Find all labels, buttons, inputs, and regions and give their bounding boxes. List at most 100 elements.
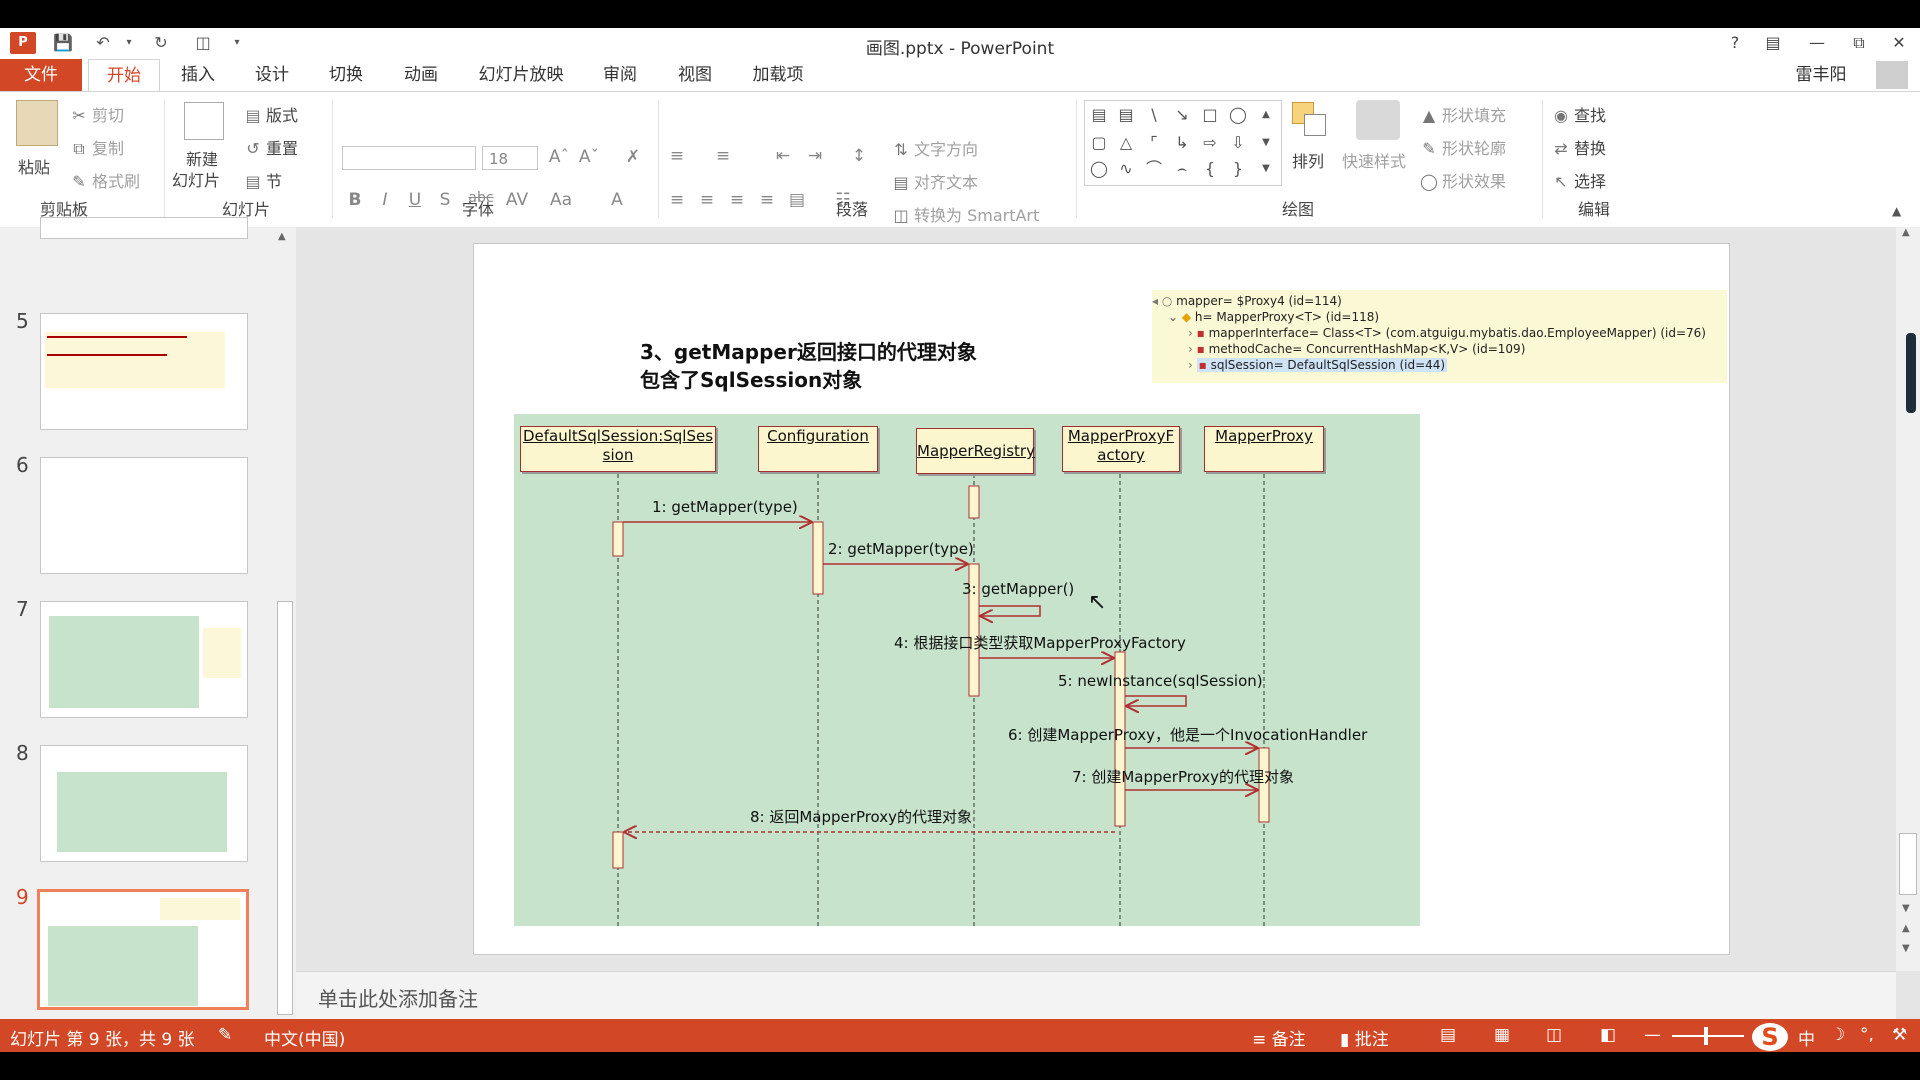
tab-review[interactable]: 审阅	[592, 59, 648, 91]
tab-home[interactable]: 开始	[88, 59, 160, 92]
next-slide-icon[interactable]: ▼	[1902, 943, 1910, 954]
quick-styles-button[interactable]: 快速样式	[1342, 148, 1406, 172]
align-right-icon[interactable]: ≡	[726, 190, 748, 210]
find-button[interactable]: ◉ 查找	[1552, 102, 1606, 126]
notes-pane[interactable]: 单击此处添加备注	[296, 971, 1896, 1020]
slide-thumbnail-7[interactable]	[40, 601, 248, 718]
slide-thumbnail-9[interactable]	[37, 889, 249, 1010]
tab-design[interactable]: 设计	[244, 59, 300, 91]
tab-transitions[interactable]: 切换	[318, 59, 374, 91]
text-direction-button[interactable]: ⇅ 文字方向	[892, 136, 978, 160]
elbow-connector-shape-icon[interactable]: ⌜	[1142, 132, 1166, 154]
scroll-thumb[interactable]	[1899, 833, 1917, 895]
tab-file[interactable]: 文件	[0, 59, 82, 91]
left-brace-shape-icon[interactable]: {	[1198, 158, 1222, 180]
cut-button[interactable]: ✂ 剪切	[70, 102, 124, 126]
numbering-icon[interactable]: ≡	[712, 146, 734, 166]
justify-icon[interactable]: ≡	[756, 190, 778, 210]
new-slide-label-2[interactable]: 幻灯片	[172, 167, 220, 191]
account-name[interactable]: 雷丰阳	[1786, 59, 1856, 91]
scroll-up-icon[interactable]: ▲	[278, 231, 286, 242]
moon-icon[interactable]: ☽	[1830, 1025, 1845, 1045]
side-handle[interactable]	[1906, 333, 1916, 413]
clear-format-icon[interactable]: ✗	[622, 147, 644, 167]
bold-button[interactable]: B	[344, 190, 366, 210]
notes-placeholder[interactable]: 单击此处添加备注	[318, 983, 478, 1012]
zoom-slider-track[interactable]	[1672, 1035, 1744, 1037]
line-shape-icon[interactable]: \	[1142, 104, 1166, 126]
tab-slideshow[interactable]: 幻灯片放映	[470, 59, 572, 91]
down-arrow-shape-icon[interactable]: ⇩	[1226, 132, 1250, 154]
punctuation-icon[interactable]: °,	[1860, 1025, 1874, 1045]
slide-thumbnail-4-partial[interactable]	[40, 217, 248, 239]
select-button[interactable]: ↖ 选择	[1552, 168, 1606, 192]
close-button[interactable]: ✕	[1886, 32, 1912, 54]
paste-icon[interactable]	[16, 100, 58, 146]
thumbnail-scrollbar[interactable]: ▲ ▼	[276, 231, 293, 1032]
section-button[interactable]: ▤ 节	[244, 168, 282, 192]
align-center-icon[interactable]: ≡	[696, 190, 718, 210]
avatar[interactable]	[1876, 61, 1908, 89]
reading-view-icon[interactable]: ◫	[1546, 1025, 1562, 1045]
paste-button[interactable]: 粘贴	[18, 154, 50, 178]
textbox-shape-icon[interactable]: ▤	[1087, 104, 1111, 126]
new-slide-icon[interactable]	[184, 102, 224, 140]
collapse-ribbon-icon[interactable]: ▲	[1892, 204, 1901, 218]
copy-button[interactable]: ⧉ 复制	[70, 135, 124, 159]
slide-thumbnail-6[interactable]	[40, 457, 248, 574]
align-left-icon[interactable]: ≡	[666, 190, 688, 210]
bullets-icon[interactable]: ≡	[666, 146, 688, 166]
increase-indent-icon[interactable]: ⇥	[804, 146, 826, 166]
oval-shape-icon[interactable]: ◯	[1226, 104, 1250, 126]
underline-button[interactable]: U	[404, 190, 426, 210]
triangle-shape-icon[interactable]: △	[1114, 132, 1138, 154]
format-painter-button[interactable]: ✎ 格式刷	[70, 168, 140, 192]
normal-view-icon[interactable]: ▤	[1440, 1025, 1456, 1045]
quick-styles-icon[interactable]	[1356, 100, 1400, 140]
change-case-button[interactable]: Aa	[546, 190, 576, 210]
slide-canvas[interactable]: ◂ ○ mapper= $Proxy4 (id=114) ⌄ ◆ h= Mapp…	[473, 243, 1730, 955]
scroll-down-icon[interactable]: ▼	[1902, 903, 1910, 914]
tab-addins[interactable]: 加载项	[745, 59, 811, 91]
shape-effects-button[interactable]: ◯ 形状效果	[1420, 168, 1506, 192]
reset-button[interactable]: ↺ 重置	[244, 135, 298, 159]
distributed-icon[interactable]: ▤	[786, 190, 808, 210]
scribble-shape-icon[interactable]: ∿	[1114, 158, 1138, 180]
grow-font-icon[interactable]: Aˆ	[548, 147, 570, 167]
decrease-indent-icon[interactable]: ⇤	[772, 146, 794, 166]
scroll-thumb[interactable]	[277, 601, 293, 1015]
slide-sorter-view-icon[interactable]: ▦	[1494, 1025, 1510, 1045]
minimize-button[interactable]: —	[1804, 32, 1830, 54]
font-name-combo[interactable]	[342, 146, 476, 170]
shrink-font-icon[interactable]: Aˇ	[578, 147, 600, 167]
gallery-more-icon[interactable]: ▼	[1254, 158, 1278, 180]
align-text-button[interactable]: ▤ 对齐文本	[892, 169, 978, 193]
elbow-arrow-shape-icon[interactable]: ↳	[1170, 132, 1194, 154]
rounded-rect-shape-icon[interactable]: ▢	[1087, 132, 1111, 154]
arrange-icon[interactable]	[1292, 102, 1328, 140]
comments-toggle[interactable]: ▮ 批注	[1340, 1025, 1389, 1050]
tab-animations[interactable]: 动画	[393, 59, 449, 91]
right-arrow-shape-icon[interactable]: ⇨	[1198, 132, 1222, 154]
text-shadow-button[interactable]: S	[434, 190, 456, 210]
ribbon-display-options-icon[interactable]: ▤	[1760, 32, 1786, 54]
italic-button[interactable]: I	[374, 190, 396, 210]
layout-button[interactable]: ▤ 版式	[244, 102, 298, 126]
notes-toggle[interactable]: ≡ 备注	[1252, 1025, 1306, 1050]
vertical-textbox-shape-icon[interactable]: ▤	[1114, 104, 1138, 126]
slide-thumbnail-8[interactable]	[40, 745, 248, 862]
sogou-ime-icon[interactable]: S	[1752, 1023, 1788, 1051]
arrow-line-shape-icon[interactable]: ↘	[1170, 104, 1194, 126]
font-color-button[interactable]: A	[606, 190, 628, 210]
rectangle-shape-icon[interactable]: □	[1198, 104, 1222, 126]
replace-button[interactable]: ⇄ 替换	[1552, 135, 1606, 159]
gallery-scroll-down-icon[interactable]: ▼	[1254, 132, 1278, 154]
zoom-out-icon[interactable]: —	[1644, 1025, 1661, 1045]
shape-fill-button[interactable]: ▲ 形状填充	[1420, 102, 1506, 126]
scroll-up-icon[interactable]: ▲	[1902, 227, 1910, 238]
wrench-icon[interactable]: ⚒	[1892, 1025, 1907, 1045]
restore-button[interactable]: ⧉	[1846, 32, 1872, 54]
slide-thumbnail-5[interactable]	[40, 313, 248, 430]
tab-insert[interactable]: 插入	[170, 59, 226, 91]
freeform-shape-icon[interactable]: ◯	[1087, 158, 1111, 180]
